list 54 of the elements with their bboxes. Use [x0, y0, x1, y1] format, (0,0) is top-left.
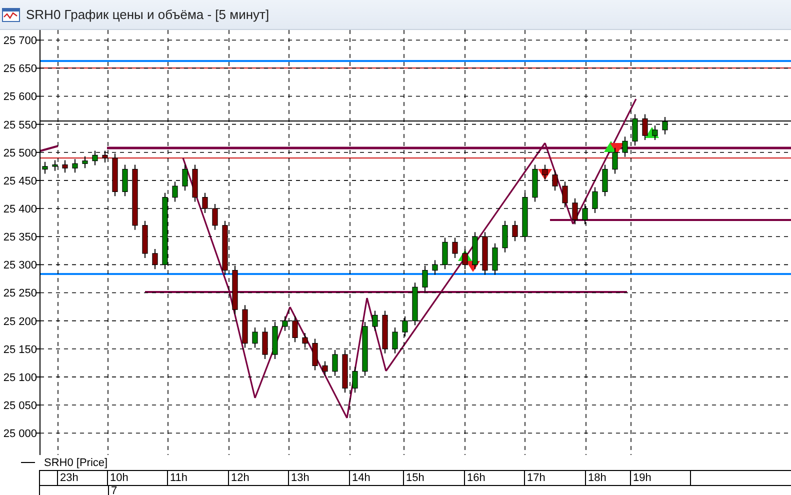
candlestick: [502, 220, 508, 253]
candlestick: [192, 164, 198, 202]
y-axis-label: 25 200: [3, 316, 37, 328]
y-axis-label: 25 450: [3, 175, 37, 188]
candlestick: [512, 220, 518, 242]
y-axis-label: 25 500: [3, 147, 37, 160]
time-axis-label: 12h: [229, 471, 289, 485]
time-axis-label: 13h: [289, 471, 350, 485]
candlestick: [142, 220, 148, 258]
candlestick: [652, 124, 658, 141]
time-axis-label: 23h: [58, 471, 108, 485]
time-axis-label: 16h: [465, 471, 525, 485]
time-axis-label: 11h: [168, 471, 229, 485]
time-axis-label: 10h: [108, 471, 168, 485]
y-axis-label: 25 150: [3, 344, 37, 356]
candlestick: [322, 360, 328, 376]
y-axis-label: 25 550: [3, 119, 37, 132]
time-axis-label: 17h: [525, 471, 586, 485]
candlestick: [42, 161, 48, 174]
time-axis-label: 18h: [586, 471, 631, 485]
candlestick: [252, 327, 258, 348]
legend-line: [21, 462, 35, 463]
date-label: 7: [110, 486, 118, 495]
time-axis-label: 15h: [404, 471, 465, 485]
y-axis-label: 25 600: [3, 91, 37, 104]
candlestick: [452, 237, 458, 258]
y-axis-label: 25 250: [3, 288, 37, 300]
y-axis-label: 25 400: [3, 204, 37, 216]
candlestick: [552, 170, 558, 192]
y-axis-label: 25 300: [3, 260, 37, 272]
candlestick: [662, 116, 668, 135]
time-axis-label: 19h: [631, 471, 691, 485]
legend-label: SRH0 [Price]: [44, 456, 108, 468]
time-axis-label: 14h: [350, 471, 404, 485]
candlestick: [152, 248, 158, 270]
y-axis-label: 25 050: [3, 400, 37, 412]
candlestick: [592, 186, 598, 214]
candlestick: [562, 181, 568, 208]
y-axis-label: 25 000: [3, 428, 37, 440]
y-axis-label: 25 700: [3, 35, 37, 48]
candlestick: [432, 260, 438, 276]
candlestick: [182, 164, 188, 192]
y-axis-label: 25 650: [3, 63, 37, 76]
candlestick: [82, 156, 88, 169]
candlestick: [262, 327, 268, 360]
chart-icon: [2, 8, 20, 22]
y-axis-label: 25 350: [3, 232, 37, 244]
window-title: SRH0 График цены и объёма - [5 минут]: [26, 7, 270, 22]
y-axis-label: 25 100: [3, 372, 37, 384]
candlestick: [172, 181, 178, 202]
candlestick: [72, 158, 78, 174]
candlestick: [312, 338, 318, 371]
candlestick: [62, 160, 68, 174]
candlestick: [332, 350, 338, 376]
